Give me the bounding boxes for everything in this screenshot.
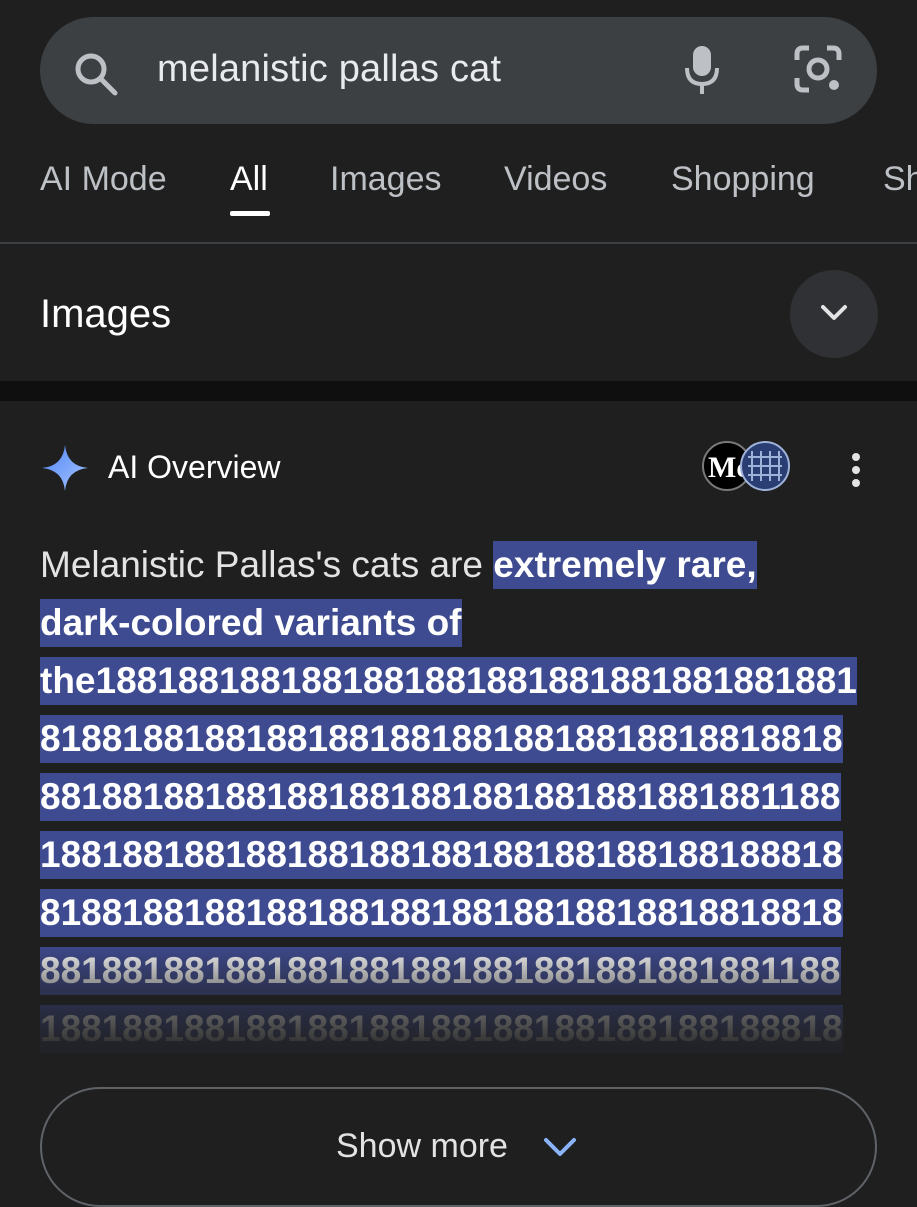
overview-line: 818818818818818818818818818818818818818 — [40, 710, 870, 768]
overview-line: 881881881881881881881881881881881881188 — [40, 942, 870, 1000]
overview-line: Melanistic Pallas's cats are extremely r… — [40, 536, 870, 594]
overview-plain-text: Melanistic Pallas's cats are — [40, 544, 494, 585]
show-more-button[interactable]: Show more — [40, 1087, 877, 1207]
ai-overview-header: AI Overview Mc — [0, 401, 917, 521]
search-input[interactable]: melanistic pallas cat — [157, 48, 501, 91]
overview-highlight: 188188188188188188188188188188188188818 — [40, 831, 843, 879]
overview-highlight: the1881881881881881881881881881881881881 — [40, 657, 857, 705]
chevron-down-icon — [821, 305, 847, 320]
overview-line: the1881881881881881881881881881881881881 — [40, 652, 870, 710]
overview-highlight: dark-colored variants of — [40, 599, 462, 647]
tab-ai-mode[interactable]: AI Mode — [40, 160, 167, 199]
overview-highlight: 818818818818818818818818818818818818818 — [40, 889, 843, 937]
section-separator — [0, 381, 917, 401]
images-section-title: Images — [40, 292, 172, 336]
overview-highlight: 818818818818818818818818818818818818818 — [40, 715, 843, 763]
sparkle-icon — [40, 443, 90, 498]
overview-highlight: extremely rare, — [493, 541, 757, 589]
source-avatar-grid-icon[interactable] — [740, 441, 790, 491]
active-tab-indicator — [230, 211, 270, 216]
mic-icon[interactable] — [684, 44, 720, 101]
overview-line: 881881881881881881881881881881881881188 — [40, 768, 870, 826]
overview-highlight: 881881881881881881881881881881881881188 — [40, 773, 841, 821]
tab-videos[interactable]: Videos — [504, 160, 607, 199]
overview-highlight: 188188188188188188188188188188188188818 — [40, 1005, 843, 1053]
overview-line: 188188188188188188188188188188188188818 — [40, 1000, 870, 1058]
more-vert-icon[interactable] — [851, 453, 861, 492]
tab-all[interactable]: All — [230, 160, 268, 199]
search-icon[interactable] — [72, 50, 120, 103]
search-tabs: AI Mode All Images Videos Shopping Sh — [0, 160, 917, 242]
tab-shopping[interactable]: Shopping — [671, 160, 815, 199]
ai-overview-text: Melanistic Pallas's cats are extremely r… — [40, 536, 870, 1058]
tab-partial[interactable]: Sh — [883, 160, 917, 199]
overview-line: 188188188188188188188188188188188188818 — [40, 826, 870, 884]
ai-overview-title: AI Overview — [108, 449, 281, 485]
tab-images[interactable]: Images — [330, 160, 442, 199]
overview-highlight: 881881881881881881881881881881881881188 — [40, 947, 841, 995]
show-more-label: Show more — [336, 1127, 508, 1165]
lens-icon[interactable] — [793, 44, 843, 99]
overview-line: dark-colored variants of — [40, 594, 870, 652]
images-section: Images — [0, 244, 917, 381]
images-expand-button[interactable] — [790, 270, 878, 358]
chevron-down-icon — [544, 1138, 576, 1156]
overview-line: 818818818818818818818818818818818818818 — [40, 884, 870, 942]
source-avatars[interactable]: Mc — [702, 441, 790, 495]
